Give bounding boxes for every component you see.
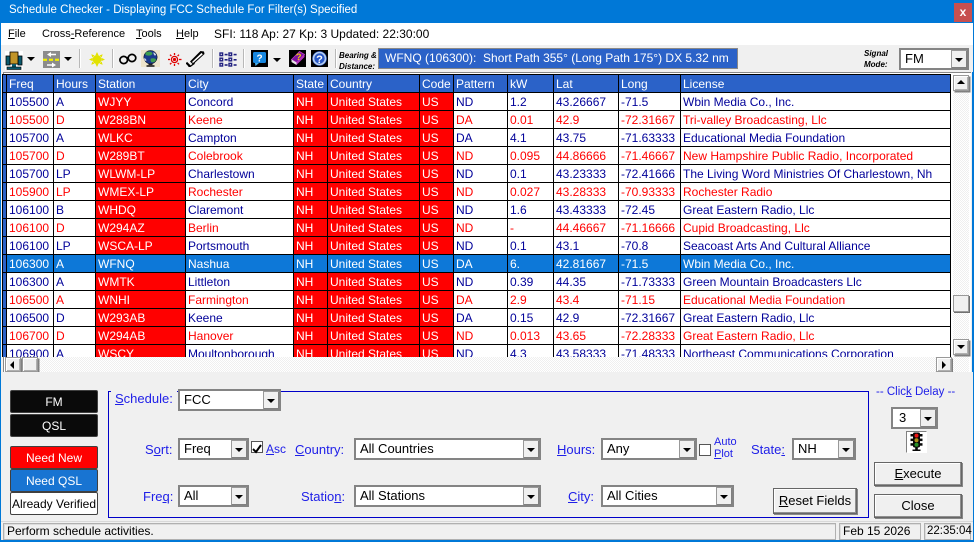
svg-text:?: ?: [256, 54, 262, 65]
svg-text:?: ?: [296, 52, 302, 63]
svg-text:?: ?: [316, 54, 323, 66]
